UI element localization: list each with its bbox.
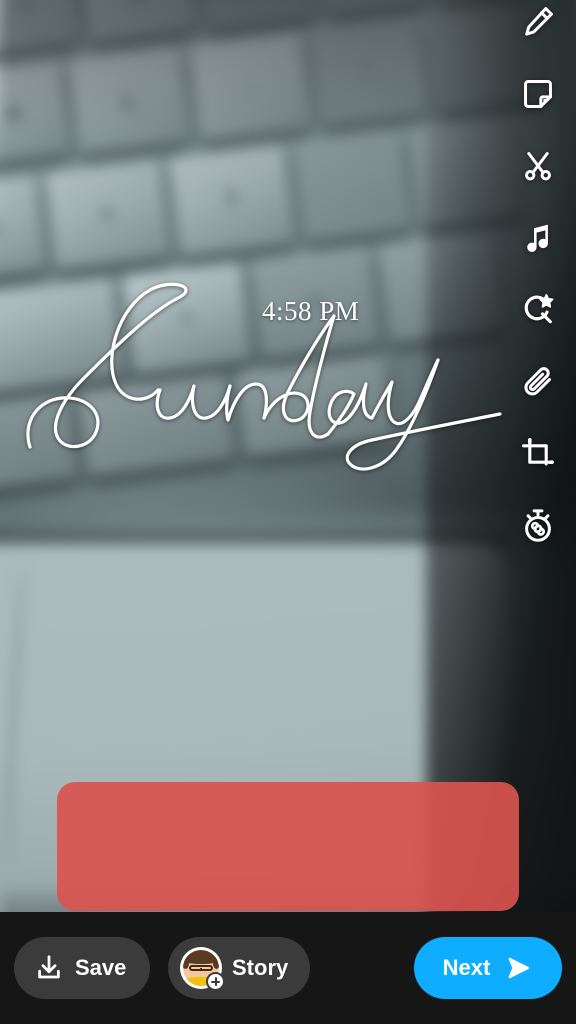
crop-icon[interactable] xyxy=(500,418,576,490)
bitmoji-avatar xyxy=(180,947,225,991)
timer-infinity-icon[interactable] xyxy=(500,490,576,562)
bottom-action-bar: Save Story Next xyxy=(0,912,576,1024)
music-note-icon[interactable] xyxy=(500,202,576,274)
scan-star-icon[interactable] xyxy=(500,274,576,346)
next-button[interactable]: Next xyxy=(414,937,562,999)
plus-icon xyxy=(206,972,225,991)
pen-icon[interactable] xyxy=(500,0,576,58)
editor-tool-rail xyxy=(500,0,576,562)
sticker-icon[interactable] xyxy=(500,58,576,130)
story-button[interactable]: Story xyxy=(168,937,311,999)
paperclip-icon[interactable] xyxy=(500,346,576,418)
send-arrow-icon xyxy=(508,957,530,979)
download-icon xyxy=(38,955,60,979)
story-button-label: Story xyxy=(232,955,289,980)
bitmoji-glasses xyxy=(188,965,214,972)
filter-carousel: Memories Depression Sunny Only xyxy=(0,782,576,911)
plus-glyph xyxy=(208,974,223,989)
bitmoji-hair-right xyxy=(212,956,219,969)
save-button-label: Save xyxy=(75,955,127,980)
snapchat-preview-screen: I O P [ ] K L : " < > ? xyxy=(0,0,576,1024)
next-button-label: Next xyxy=(442,955,491,980)
scissors-icon[interactable] xyxy=(500,130,576,202)
save-button[interactable]: Save xyxy=(14,937,151,999)
